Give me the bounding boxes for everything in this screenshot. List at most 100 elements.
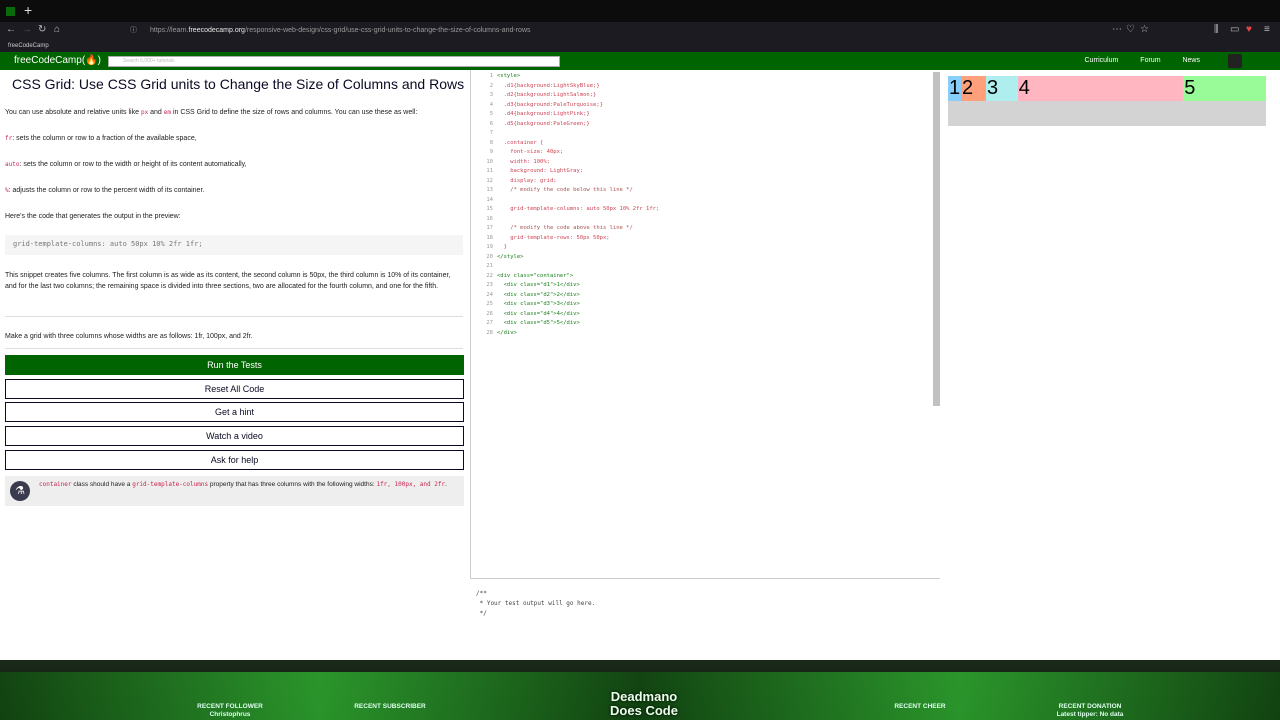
code-line[interactable]: 24 <div class="d2">2</div> bbox=[471, 291, 580, 301]
line-number: 14 bbox=[486, 196, 493, 203]
code-line[interactable]: 8 .container { bbox=[471, 139, 544, 149]
grid-cell: 3 bbox=[986, 76, 1018, 101]
intro-paragraph: You can use absolute and relative units … bbox=[5, 107, 463, 118]
code-line[interactable]: 18 grid-template-rows: 50px 50px; bbox=[471, 234, 609, 244]
nav-curriculum[interactable]: Curriculum bbox=[1085, 57, 1119, 64]
fcc-tab-icon[interactable] bbox=[6, 7, 15, 16]
reset-code-button[interactable]: Reset All Code bbox=[5, 379, 464, 399]
new-tab-icon[interactable]: + bbox=[24, 2, 32, 18]
preview-grid: 12345 bbox=[948, 76, 1266, 126]
run-tests-button[interactable]: Run the Tests bbox=[5, 355, 464, 375]
code-editor[interactable]: 1 <style> 2 .d1{background:LightSkyBlue;} 3… bbox=[470, 70, 940, 580]
line-number: 27 bbox=[486, 320, 493, 326]
avatar[interactable] bbox=[1228, 54, 1242, 68]
code-line[interactable]: 9 font-size: 40px; bbox=[471, 148, 564, 158]
back-icon[interactable]: ← bbox=[6, 24, 16, 35]
bookmark-fcc[interactable]: freeCodeCamp bbox=[8, 43, 49, 49]
code-text: grid-template-columns: auto 50px 10% 2fr… bbox=[497, 206, 660, 212]
code-line[interactable]: 15 grid-template-columns: auto 50px 10% … bbox=[471, 205, 659, 215]
more-icon[interactable]: ⋯ bbox=[1112, 24, 1122, 35]
menu-icon[interactable]: ≡ bbox=[1264, 24, 1270, 35]
code-line[interactable]: 14 bbox=[471, 196, 497, 206]
line-number: 23 bbox=[486, 282, 493, 288]
code-line[interactable]: 2 .d1{background:LightSkyBlue;} bbox=[471, 82, 600, 92]
recent-cheer: RECENT CHEER bbox=[894, 703, 946, 710]
code-text: width: 100%; bbox=[497, 158, 550, 165]
line-number: 24 bbox=[486, 291, 493, 298]
code-line[interactable]: 26 <div class="d4">4</div> bbox=[471, 310, 579, 320]
code-text: <div class="d5">5</div> bbox=[497, 320, 580, 326]
grid-cell: 1 bbox=[948, 76, 961, 101]
code-text: <div class="d2">2</div> bbox=[497, 291, 580, 298]
percent-paragraph: %: adjusts the column or row to the perc… bbox=[5, 185, 463, 196]
code-line[interactable]: 28 </div> bbox=[471, 329, 517, 339]
editor-scrollbar[interactable] bbox=[933, 72, 940, 406]
library-icon[interactable]: ⫼ bbox=[1214, 24, 1219, 35]
address-bar[interactable]: ⓘ https://learn.freecodecamp.org/responsi… bbox=[126, 24, 1106, 38]
recent-follower-name: Christophrus bbox=[209, 711, 251, 718]
code-line[interactable]: 11 background: LightGray; bbox=[471, 167, 583, 177]
pocket-icon[interactable]: ♡ bbox=[1126, 24, 1135, 35]
line-number: 16 bbox=[486, 215, 493, 222]
test-code-widths: 1fr, 100px, and 2fr bbox=[376, 481, 446, 488]
url-domain: freecodecamp.org bbox=[188, 27, 245, 34]
code-line[interactable]: 22 <div class="container"> bbox=[471, 272, 573, 282]
recent-donation: RECENT DONATION Latest tipper: No data bbox=[1020, 703, 1160, 719]
code-text: background: LightGray; bbox=[497, 168, 584, 174]
recent-subscriber: RECENT SUBSCRIBER bbox=[354, 703, 426, 710]
code-line[interactable]: 25 <div class="d3">3</div> bbox=[471, 300, 579, 310]
code-line[interactable]: 3 .d2{background:LightSalmon;} bbox=[471, 91, 597, 101]
code-line[interactable]: 6 .d5{background:PaleGreen;} bbox=[471, 120, 590, 130]
sidebar-icon[interactable]: ▭ bbox=[1230, 24, 1239, 35]
get-hint-button[interactable]: Get a hint bbox=[5, 402, 464, 422]
code-line[interactable]: 12 display: grid; bbox=[471, 177, 556, 187]
fcc-logo[interactable]: freeCodeCamp(🔥) bbox=[14, 55, 101, 66]
code-line[interactable]: 5 .d4{background:LightPink;} bbox=[471, 110, 590, 120]
line-number: 2 bbox=[489, 82, 493, 89]
code-text: </style> bbox=[497, 253, 524, 260]
auto-text: : sets the column or row to the width or… bbox=[19, 161, 247, 168]
divider bbox=[5, 348, 463, 349]
line-number: 19 bbox=[486, 244, 493, 250]
search-input[interactable]: Search 6,000+ tutorials bbox=[108, 56, 560, 67]
url-prefix: https://learn. bbox=[150, 27, 189, 34]
code-line[interactable]: 23 <div class="d1">1</div> bbox=[471, 281, 580, 291]
reload-icon[interactable]: ↻ bbox=[38, 24, 46, 35]
code-line[interactable]: 16 bbox=[471, 215, 497, 225]
code-line[interactable]: 13 /* modify the code below this line */ bbox=[471, 186, 632, 196]
bookmarks-bar: freeCodeCamp bbox=[0, 40, 1280, 52]
nav-news[interactable]: News bbox=[1182, 57, 1200, 64]
watch-video-button[interactable]: Watch a video bbox=[5, 426, 464, 446]
line-number: 20 bbox=[486, 253, 493, 260]
test-code-container: container bbox=[39, 481, 72, 488]
code-line[interactable]: 1 <style> bbox=[471, 72, 521, 82]
code-text: .container { bbox=[497, 139, 544, 146]
code-line[interactable]: 20 </style> bbox=[471, 253, 524, 263]
code-line[interactable]: 10 width: 100%; bbox=[471, 158, 550, 168]
code-line[interactable]: 27 <div class="d5">5</div> bbox=[471, 319, 580, 329]
extension-icon[interactable]: ♥ bbox=[1246, 24, 1252, 35]
nav-forum[interactable]: Forum bbox=[1140, 57, 1160, 64]
code-line[interactable]: 21 bbox=[471, 262, 497, 272]
bookmark-star-icon[interactable]: ☆ bbox=[1140, 24, 1149, 35]
grid-cell: 2 bbox=[961, 76, 986, 101]
test-code-property: grid-template-columns bbox=[132, 481, 209, 488]
fcc-header: freeCodeCamp(🔥) Search 6,000+ tutorials … bbox=[0, 52, 1280, 70]
home-icon[interactable]: ⌂ bbox=[54, 24, 60, 35]
test-text-2: property that has three columns with the… bbox=[208, 481, 377, 488]
code-line[interactable]: 17 /* modify the code above this line */ bbox=[471, 224, 632, 234]
code-line[interactable]: 4 .d3{background:PaleTurquoise;} bbox=[471, 101, 603, 111]
fr-text: : sets the column or row to a fraction o… bbox=[12, 135, 197, 142]
lock-icon: ⓘ bbox=[130, 27, 137, 34]
code-text: <div class="d1">1</div> bbox=[497, 282, 580, 288]
code-text: <div class="container"> bbox=[497, 272, 574, 279]
forward-icon[interactable]: → bbox=[22, 24, 32, 35]
recent-donation-label: RECENT DONATION bbox=[1058, 703, 1122, 710]
line-number: 12 bbox=[486, 177, 493, 184]
grid-cell: 5 bbox=[1183, 76, 1266, 101]
code-line[interactable]: 19 } bbox=[471, 243, 507, 253]
code-line[interactable]: 7 bbox=[471, 129, 497, 139]
instructions-pane: CSS Grid: Use CSS Grid units to Change t… bbox=[0, 70, 470, 650]
ask-help-button[interactable]: Ask for help bbox=[5, 450, 464, 470]
code-text: <style> bbox=[497, 73, 521, 79]
